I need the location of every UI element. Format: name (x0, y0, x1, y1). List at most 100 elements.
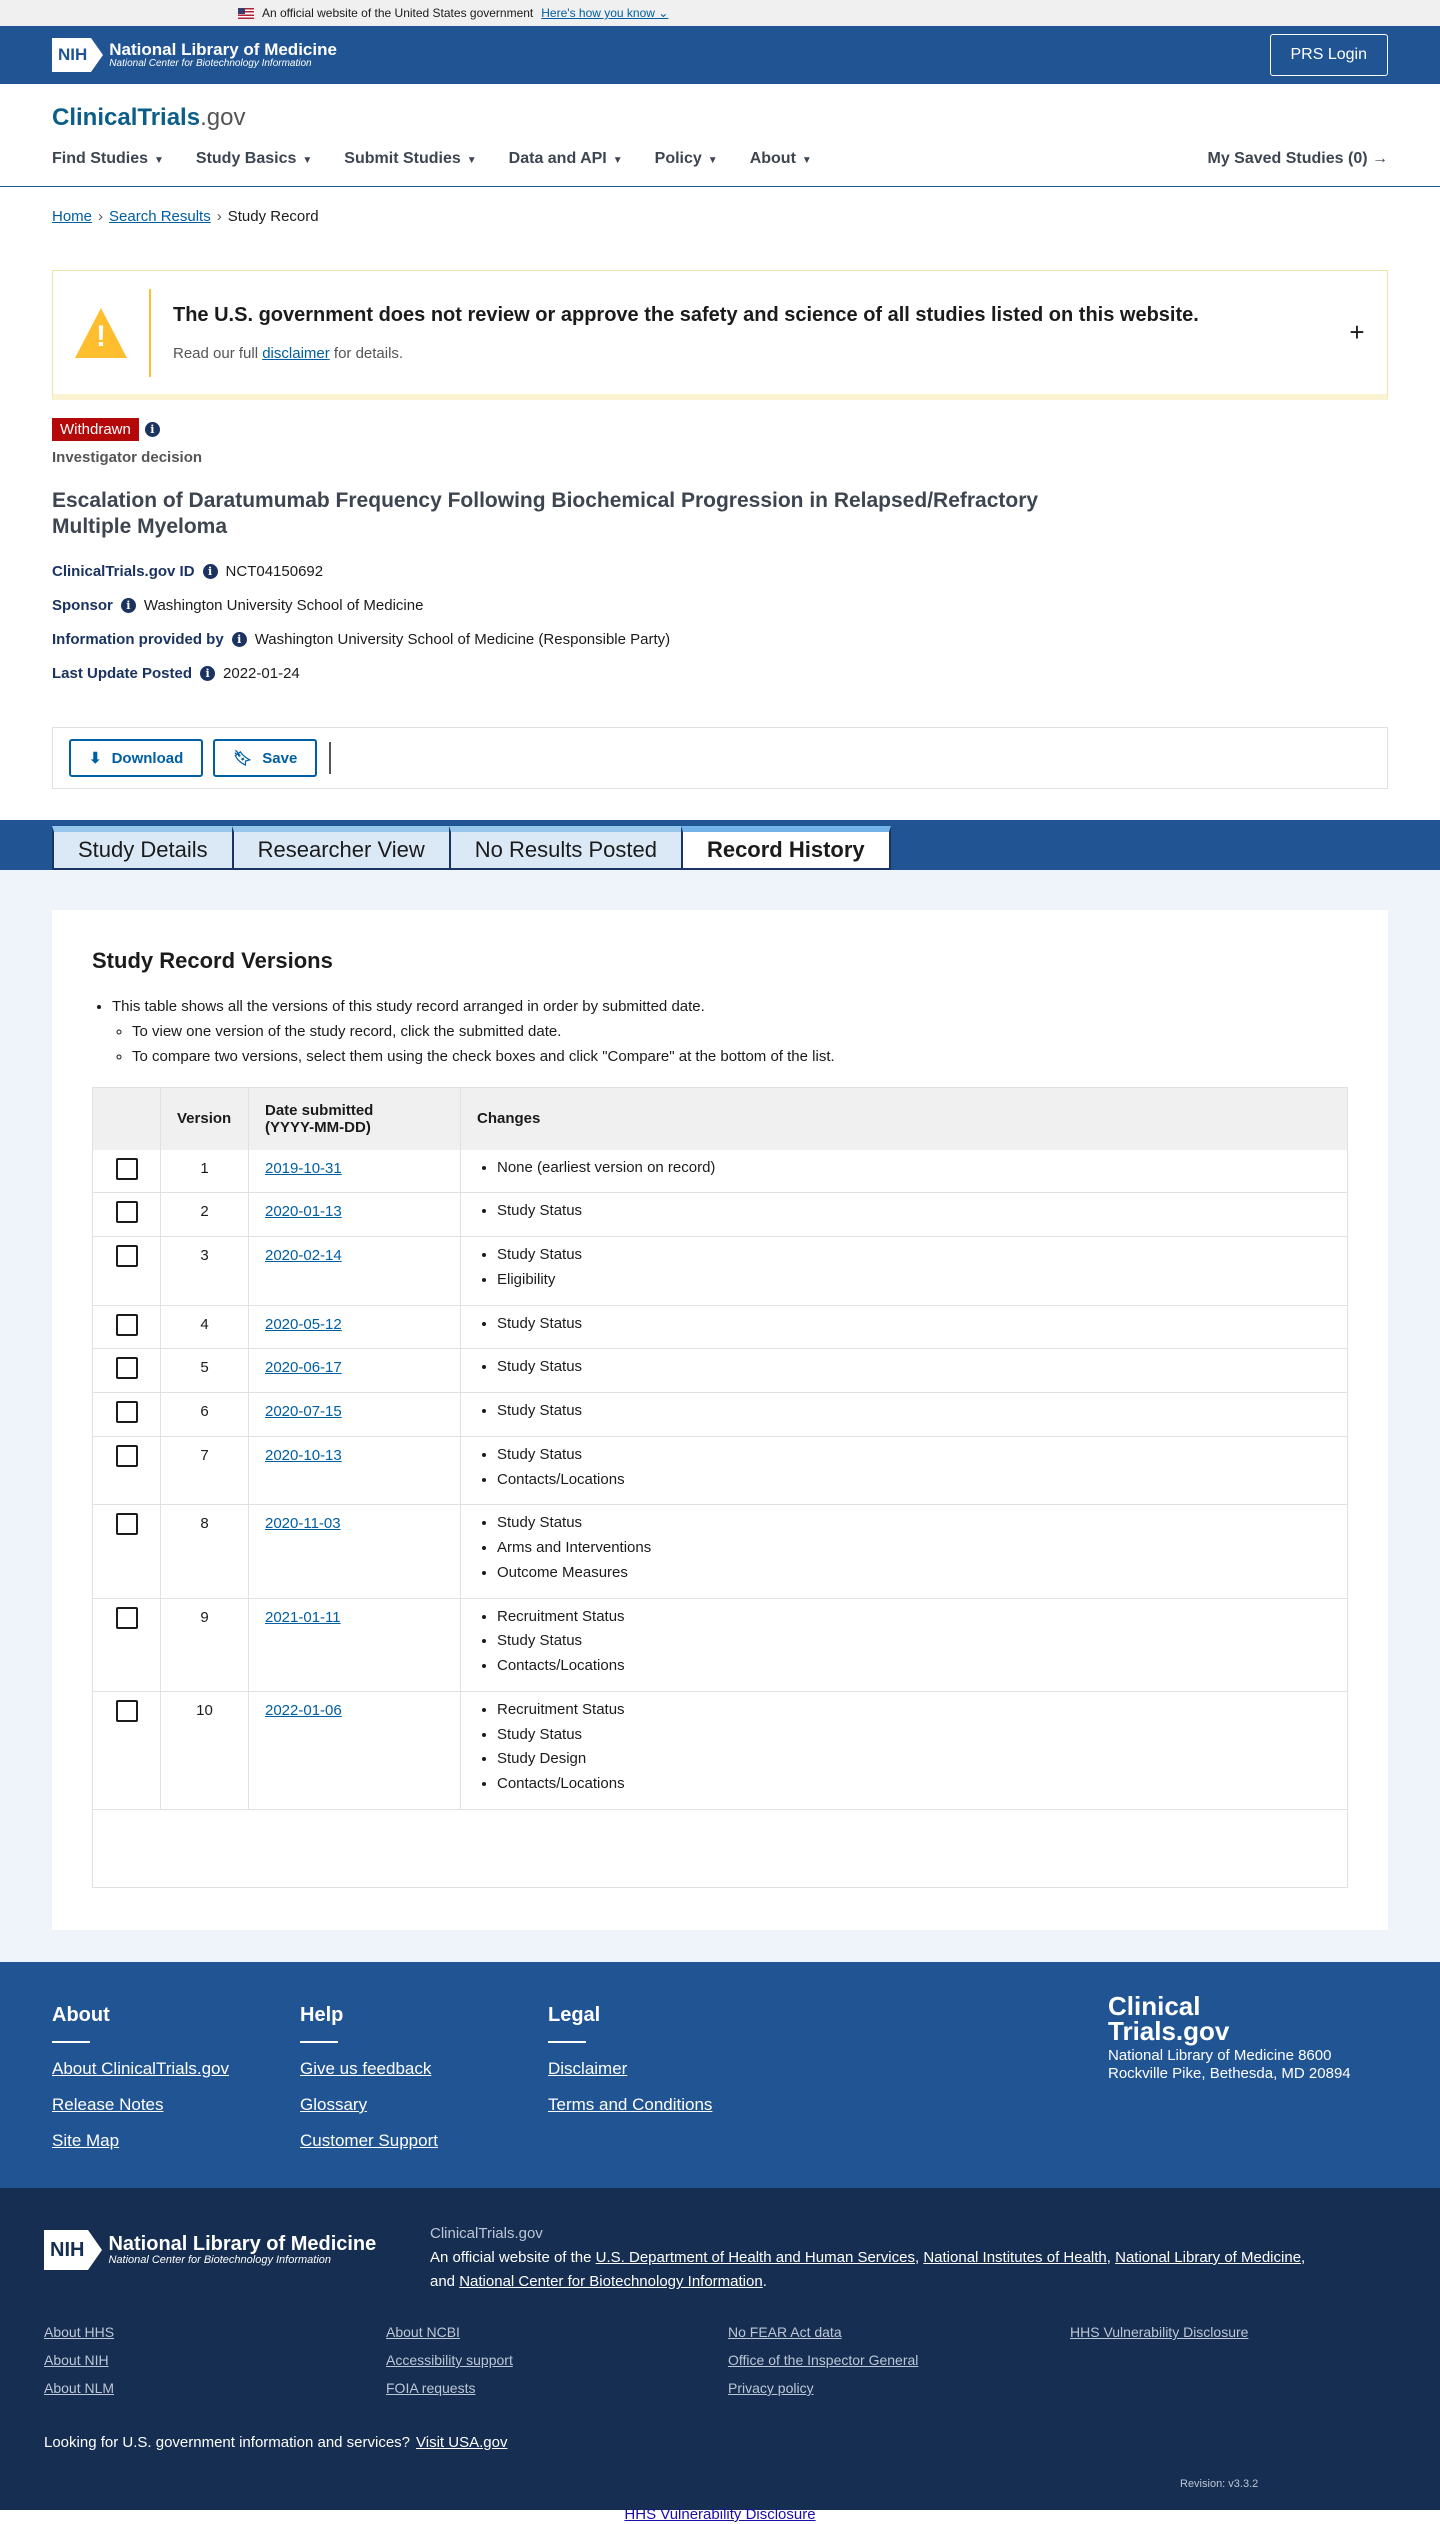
link-hhs-vulnerability[interactable]: HHS Vulnerability Disclosure (1070, 2324, 1412, 2340)
compare-checkbox[interactable] (115, 1245, 138, 1267)
link-accessibility[interactable]: Accessibility support (386, 2352, 728, 2368)
tab-study-details[interactable]: Study Details (52, 826, 234, 870)
tab-record-history[interactable]: Record History (680, 826, 891, 870)
nih-mark-icon: NIH (44, 2230, 103, 2270)
info-icon[interactable]: i (231, 632, 247, 647)
info-icon[interactable]: i (120, 598, 136, 613)
change-item: Study Status (497, 1315, 1331, 1332)
select-cell (92, 1598, 161, 1692)
versions-table: Version Date submitted (YYYY-MM-DD) Chang… (92, 1087, 1348, 1888)
link-about-nlm[interactable]: About NLM (44, 2380, 386, 2396)
compare-checkbox[interactable] (115, 1606, 138, 1629)
version-date-link[interactable]: 2020-05-12 (265, 1316, 342, 1333)
info-icon[interactable]: i (200, 666, 216, 681)
link-about-ncbi[interactable]: About NCBI (386, 2324, 728, 2340)
nav-study-basics[interactable]: Study Basics ▼ (196, 150, 312, 168)
link-about-hhs[interactable]: About HHS (44, 2324, 386, 2340)
nih-logo[interactable]: NIH National Library of Medicine Nationa… (52, 38, 337, 72)
version-column-header: Version (160, 1087, 249, 1150)
expand-plus-icon[interactable]: + (1327, 317, 1387, 348)
nav-policy[interactable]: Policy ▼ (655, 150, 718, 168)
nav-about[interactable]: About ▼ (750, 150, 812, 168)
nav-submit-studies[interactable]: Submit Studies ▼ (344, 150, 476, 168)
instruction-view: To view one version of the study record,… (132, 1023, 1348, 1040)
select-cell (92, 1504, 161, 1599)
info-icon[interactable]: i (144, 422, 160, 437)
version-date-link[interactable]: 2020-10-13 (265, 1447, 342, 1464)
footer-link-terms[interactable]: Terms and Conditions (548, 2095, 712, 2115)
disclaimer-subtext: Read our full disclaimer for details. (173, 344, 404, 362)
changes-cell: None (earliest version on record) (460, 1149, 1348, 1194)
compare-checkbox[interactable] (115, 1357, 138, 1380)
us-flag-icon (238, 7, 254, 19)
footer-link-about[interactable]: About ClinicalTrials.gov (52, 2059, 229, 2079)
nlm-link[interactable]: National Library of Medicine (1115, 2249, 1301, 2266)
my-saved-studies-link[interactable]: My Saved Studies (0) → (1208, 150, 1389, 168)
prs-login-button[interactable]: PRS Login (1269, 34, 1388, 76)
nlm-footer: NIH National Library of Medicine Nationa… (0, 2188, 1440, 2510)
save-button[interactable]: 🔖︎ Save (213, 739, 318, 777)
footer-link-site-map[interactable]: Site Map (52, 2131, 229, 2151)
change-item: Recruitment Status (497, 1608, 1331, 1625)
heres-how-you-know-link[interactable]: Here's how you know ⌄ (541, 6, 668, 20)
hhs-link[interactable]: U.S. Department of Health and Human Serv… (596, 2249, 915, 2266)
ncbi-link[interactable]: National Center for Biotechnology Inform… (459, 2273, 763, 2290)
disclaimer-alert: ! The U.S. government does not review or… (52, 270, 1388, 400)
compare-checkbox[interactable] (115, 1157, 138, 1180)
version-cell: 9 (160, 1598, 249, 1692)
change-item: Contacts/Locations (497, 1658, 1331, 1674)
footer-link-glossary[interactable]: Glossary (300, 2095, 438, 2115)
breadcrumb-home[interactable]: Home (52, 208, 92, 225)
link-inspector-general[interactable]: Office of the Inspector General (728, 2352, 1070, 2368)
footer-link-support[interactable]: Customer Support (300, 2131, 438, 2151)
clinicaltrials-logo[interactable]: ClinicalTrials.gov (52, 104, 245, 132)
compare-checkbox[interactable] (115, 1201, 138, 1224)
footer-link-disclaimer[interactable]: Disclaimer (548, 2059, 712, 2079)
changes-cell: Study Status (460, 1192, 1348, 1237)
link-about-nih[interactable]: About NIH (44, 2352, 386, 2368)
tab-researcher-view[interactable]: Researcher View (231, 826, 451, 870)
compare-checkbox[interactable] (115, 1444, 138, 1467)
date-cell: 2020-10-13 (248, 1436, 461, 1506)
changes-cell: Study Status (460, 1305, 1348, 1350)
link-foia[interactable]: FOIA requests (386, 2380, 728, 2396)
compare-checkbox[interactable] (115, 1401, 138, 1423)
version-date-link[interactable]: 2020-01-13 (265, 1203, 342, 1220)
nav-find-studies[interactable]: Find Studies ▼ (52, 150, 164, 168)
nih-mark-icon: NIH (52, 38, 104, 72)
breadcrumb-search-results[interactable]: Search Results (109, 208, 211, 225)
disclaimer-link[interactable]: disclaimer (262, 345, 330, 362)
footer-nih-logo[interactable]: NIH National Library of Medicine Nationa… (44, 2230, 376, 2270)
date-cell: 2020-01-13 (248, 1192, 461, 1237)
visit-usa-gov-link[interactable]: Visit USA.gov (416, 2434, 507, 2451)
link-privacy[interactable]: Privacy policy (728, 2380, 1070, 2396)
version-date-link[interactable]: 2020-02-14 (265, 1247, 342, 1264)
changes-cell: Study Status (460, 1392, 1348, 1437)
nav-data-and-api[interactable]: Data and API ▼ (509, 150, 623, 168)
footer-link-feedback[interactable]: Give us feedback (300, 2059, 438, 2079)
date-cell: 2020-11-03 (248, 1504, 461, 1599)
bottom-vulnerability-link[interactable]: HHS Vulnerability Disclosure (624, 2506, 815, 2523)
nih-link[interactable]: National Institutes of Health (923, 2249, 1106, 2266)
changes-cell: Recruitment Status Study Status Contacts/L… (460, 1598, 1348, 1692)
tab-no-results-posted[interactable]: No Results Posted (448, 826, 683, 870)
gov-banner: An official website of the United States… (0, 0, 1440, 26)
version-date-link[interactable]: 2022-01-06 (265, 1702, 342, 1719)
footer-link-release-notes[interactable]: Release Notes (52, 2095, 229, 2115)
version-date-link[interactable]: 2021-01-11 (265, 1609, 341, 1626)
download-button[interactable]: ⬇ Download (69, 739, 204, 777)
version-date-link[interactable]: 2020-06-17 (265, 1359, 342, 1376)
compare-checkbox[interactable] (115, 1699, 138, 1722)
compare-checkbox[interactable] (115, 1513, 138, 1536)
date-cell: 2020-06-17 (248, 1348, 461, 1393)
compare-checkbox[interactable] (115, 1313, 138, 1336)
footer-ct-logo[interactable]: Clinical Trials.gov (1108, 1993, 1378, 2044)
changes-cell: Study Status Contacts/Locations (460, 1436, 1348, 1506)
instructions-list: This table shows all the versions of thi… (92, 998, 1348, 1065)
link-no-fear-act[interactable]: No FEAR Act data (728, 2324, 1070, 2340)
info-icon[interactable]: i (202, 564, 218, 579)
version-date-link[interactable]: 2020-11-03 (265, 1515, 341, 1532)
warning-icon: ! (75, 307, 127, 358)
version-date-link[interactable]: 2020-07-15 (265, 1403, 342, 1420)
version-date-link[interactable]: 2019-10-31 (265, 1160, 342, 1177)
